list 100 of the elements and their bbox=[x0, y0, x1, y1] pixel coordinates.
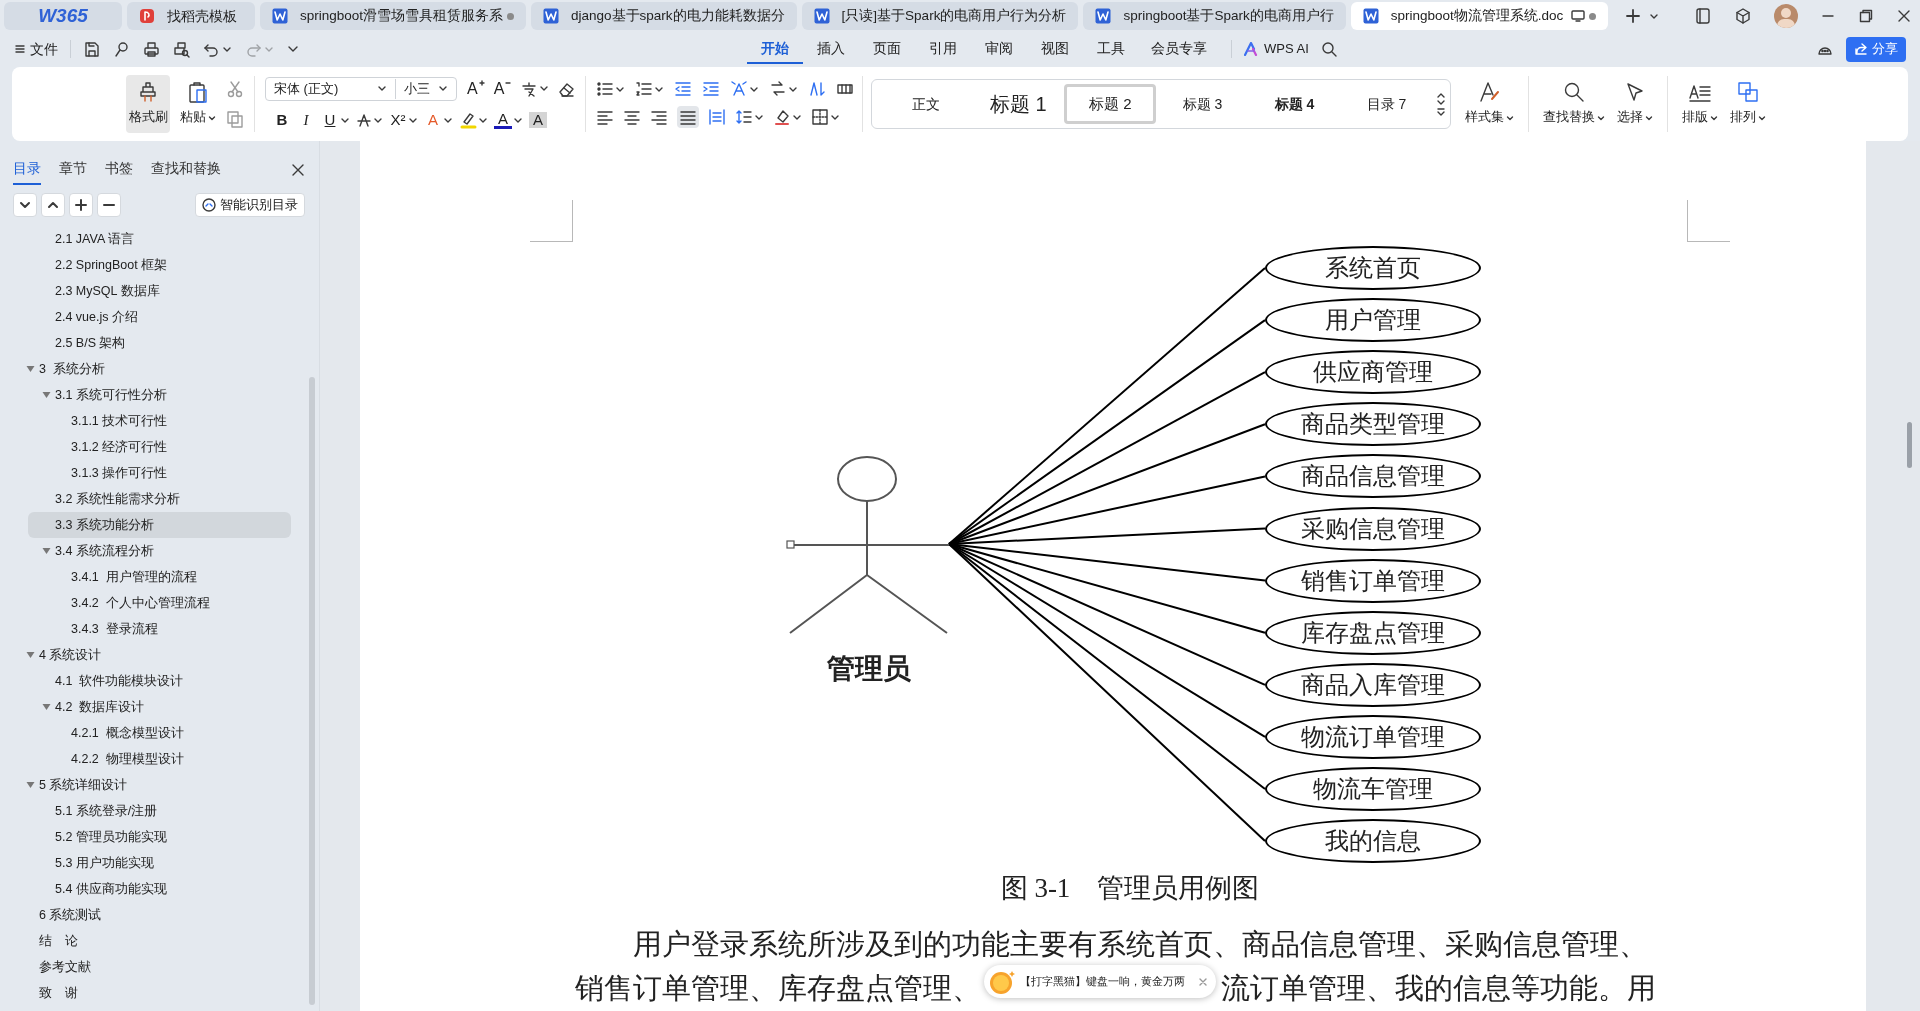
close-icon[interactable] bbox=[1896, 8, 1912, 24]
shrink-font-button[interactable]: A bbox=[493, 79, 505, 98]
decrease-indent-icon[interactable] bbox=[674, 80, 693, 98]
save-icon[interactable] bbox=[83, 40, 100, 58]
bullet-list-icon[interactable] bbox=[596, 80, 615, 98]
toc-item[interactable]: 3.4 系统流程分析 bbox=[28, 538, 291, 565]
numbered-list-icon[interactable] bbox=[635, 80, 654, 98]
grow-font-button[interactable]: A bbox=[467, 79, 478, 98]
panel-tab[interactable]: 章节 bbox=[59, 158, 87, 185]
italic-button[interactable]: I bbox=[297, 108, 315, 132]
style-set-button[interactable]: 样式集 bbox=[1459, 77, 1521, 131]
window-icon[interactable] bbox=[1694, 7, 1712, 25]
ribbon-tab[interactable]: 页面 bbox=[859, 34, 915, 64]
cut-icon[interactable] bbox=[226, 80, 244, 98]
style-option[interactable]: 标题 4 bbox=[1248, 84, 1341, 124]
new-tab-icon[interactable] bbox=[1625, 8, 1642, 24]
character-shading-button[interactable]: A bbox=[529, 112, 547, 128]
toc-item[interactable]: 参考文献 bbox=[28, 954, 291, 981]
share-button[interactable]: 分享 bbox=[1846, 36, 1906, 62]
smart-toc-button[interactable]: 智能识别目录 bbox=[195, 193, 305, 217]
toc-item[interactable]: 4.2.2 物理模型设计 bbox=[28, 746, 291, 773]
toc-item[interactable]: 3.3 系统功能分析 bbox=[28, 512, 291, 539]
file-menu[interactable]: 文件 bbox=[14, 38, 58, 60]
document-tab[interactable]: springboot基于Spark的电商用户行 bbox=[1083, 2, 1346, 30]
expanded-arrow-icon[interactable] bbox=[42, 391, 51, 399]
toc-item[interactable]: 5 系统详细设计 bbox=[28, 772, 291, 799]
layout-button[interactable]: 排版 bbox=[1676, 77, 1725, 131]
templates-tab[interactable]: 找稻壳模板 bbox=[127, 2, 255, 30]
format-painter-button[interactable]: 格式刷 bbox=[126, 75, 170, 133]
toc-item[interactable]: 4.2.1 概念模型设计 bbox=[28, 720, 291, 747]
style-option[interactable]: 标题 2 bbox=[1064, 84, 1157, 124]
font-color-button[interactable]: A bbox=[494, 111, 512, 129]
print-preview-icon[interactable] bbox=[173, 40, 190, 58]
bold-button[interactable]: B bbox=[273, 108, 291, 132]
expand-down-button[interactable] bbox=[13, 193, 37, 217]
document-tab[interactable]: springboot滑雪场雪具租赁服务系 bbox=[260, 2, 527, 30]
toc-item[interactable]: 3.1.3 操作可行性 bbox=[28, 460, 291, 487]
align-center-icon[interactable] bbox=[623, 108, 642, 126]
style-option[interactable]: 标题 1 bbox=[972, 84, 1065, 124]
ribbon-tab[interactable]: 引用 bbox=[915, 34, 971, 64]
line-spacing-icon[interactable] bbox=[735, 108, 754, 126]
more-icon[interactable] bbox=[287, 44, 299, 54]
toc-item[interactable]: 3 系统分析 bbox=[28, 356, 291, 383]
toc-item[interactable]: 2.5 B/S 架构 bbox=[28, 330, 291, 357]
toc-item[interactable]: 3.4.1 用户管理的流程 bbox=[28, 564, 291, 591]
toc-item[interactable]: 4.1 软件功能模块设计 bbox=[28, 668, 291, 695]
expanded-arrow-icon[interactable] bbox=[42, 703, 51, 711]
document-tab[interactable]: [只读]基于Spark的电商用户行为分析 bbox=[801, 2, 1079, 30]
ribbon-tab[interactable]: 插入 bbox=[803, 34, 859, 64]
toc-item[interactable]: 5.3 用户功能实现 bbox=[28, 850, 291, 877]
ribbon-tab[interactable]: 会员专享 bbox=[1139, 34, 1219, 64]
justify-button[interactable] bbox=[677, 106, 700, 128]
toc-item[interactable]: 2.4 vue.js 介绍 bbox=[28, 304, 291, 331]
toc-item[interactable]: 4 系统设计 bbox=[28, 642, 291, 669]
ribbon-tab[interactable]: 审阅 bbox=[971, 34, 1027, 64]
document-tab[interactable]: django基于spark的电力能耗数据分 bbox=[531, 2, 797, 30]
panel-tab[interactable]: 查找和替换 bbox=[151, 158, 221, 185]
print-icon[interactable] bbox=[143, 40, 160, 58]
close-icon[interactable] bbox=[291, 163, 305, 177]
style-option[interactable]: 标题 3 bbox=[1156, 84, 1249, 124]
toc-item[interactable]: 致 谢 bbox=[28, 980, 291, 1007]
text-effect-button[interactable]: A bbox=[424, 108, 442, 132]
toc-item[interactable]: 5.2 管理员功能实现 bbox=[28, 824, 291, 851]
toc-item[interactable]: 结 论 bbox=[28, 928, 291, 955]
toc-item[interactable]: 2.2 SpringBoot 框架 bbox=[28, 252, 291, 279]
toc-item[interactable]: 5.1 系统登录/注册 bbox=[28, 798, 291, 825]
increase-indent-icon[interactable] bbox=[702, 80, 721, 98]
scroll-down-icon[interactable] bbox=[1436, 99, 1447, 107]
restore-icon[interactable] bbox=[1858, 8, 1874, 24]
underline-button[interactable]: U bbox=[321, 108, 339, 132]
toc-item[interactable]: 6 系统测试 bbox=[28, 902, 291, 929]
find-replace-button[interactable]: 查找替换 bbox=[1537, 77, 1612, 131]
document-tab[interactable]: springboot物流管理系统.doc bbox=[1350, 2, 1609, 30]
wps-ai-button[interactable]: WPS AI bbox=[1244, 39, 1309, 59]
ribbon-tab[interactable]: 视图 bbox=[1027, 34, 1083, 64]
arrange-button[interactable]: 排列 bbox=[1724, 77, 1773, 131]
select-button[interactable]: 选择 bbox=[1611, 77, 1660, 131]
expanded-arrow-icon[interactable] bbox=[26, 651, 35, 659]
toc-item[interactable]: 5.4 供应商功能实现 bbox=[28, 876, 291, 903]
toc-item[interactable]: 2.1 JAVA 语言 bbox=[28, 226, 291, 253]
style-option[interactable]: 正文 bbox=[880, 84, 973, 124]
expanded-arrow-icon[interactable] bbox=[26, 365, 35, 373]
font-picker[interactable]: 宋体 (正文) 小三 bbox=[265, 76, 457, 101]
borders-icon[interactable] bbox=[811, 108, 830, 126]
panel-tab[interactable]: 目录 bbox=[13, 158, 41, 185]
shading-icon[interactable] bbox=[773, 108, 792, 126]
toc-item[interactable]: 3.4.3 登录流程 bbox=[28, 616, 291, 643]
remove-button[interactable] bbox=[97, 193, 121, 217]
scrollbar-thumb[interactable] bbox=[309, 377, 315, 1005]
toc-item[interactable]: 3.4.2 个人中心管理流程 bbox=[28, 590, 291, 617]
toc-item[interactable]: 4.2 数据库设计 bbox=[28, 694, 291, 721]
sort-icon[interactable] bbox=[808, 80, 827, 98]
toc-item[interactable]: 2.3 MySQL 数据库 bbox=[28, 278, 291, 305]
search-icon[interactable] bbox=[1320, 41, 1337, 57]
collapse-up-button[interactable] bbox=[41, 193, 65, 217]
expanded-arrow-icon[interactable] bbox=[42, 547, 51, 555]
cube-icon[interactable] bbox=[1734, 7, 1752, 25]
expand-gallery-icon[interactable] bbox=[1436, 107, 1447, 117]
text-flow-icon[interactable] bbox=[769, 80, 788, 98]
scrollbar-thumb[interactable] bbox=[1907, 422, 1912, 468]
